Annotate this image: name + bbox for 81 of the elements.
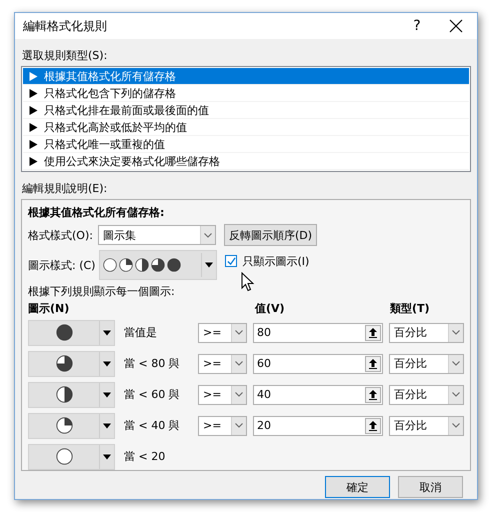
panel-heading: 根據其值格式化所有儲存格: <box>28 205 166 220</box>
icon-picker[interactable] <box>28 412 115 438</box>
column-header: 類型(T) <box>390 301 430 317</box>
rules-caption: 根據下列規則顯示每一個圖示: <box>28 284 176 299</box>
condition-label: 當 < 60 與 <box>123 387 181 402</box>
format-style-dropdown[interactable]: 圖示集 <box>98 225 216 245</box>
column-header: 值(V) <box>255 301 286 317</box>
checkbox[interactable] <box>225 255 238 267</box>
column-header: 圖示(N) <box>28 301 70 317</box>
range-select-button[interactable] <box>365 324 381 340</box>
checkbox-label: 只顯示圖示(I) <box>242 254 310 268</box>
chevron-icon <box>235 423 243 428</box>
range-select-button[interactable] <box>365 418 381 434</box>
range-select-button[interactable] <box>365 356 381 372</box>
icon-picker[interactable] <box>28 444 115 470</box>
caret-icon <box>103 454 111 460</box>
section-label: 編輯規則說明(E): <box>22 181 108 196</box>
rule-type-item[interactable]: 根據其值格式化所有儲存格 <box>23 68 469 85</box>
window-title: 編輯格式化規則 <box>23 18 108 34</box>
up-arrow-icon <box>369 328 377 338</box>
reverse-order-button[interactable]: 反轉圖示順序(D) <box>224 224 318 246</box>
empty-circle-icon <box>56 448 72 465</box>
chevron-icon <box>452 361 460 366</box>
type-dropdown[interactable]: 百分比 <box>389 384 464 404</box>
chevron-icon <box>452 392 460 397</box>
value-field[interactable]: 20 <box>253 416 383 436</box>
operator-dropdown[interactable]: >= <box>198 384 247 404</box>
condition-label: 當 < 20 <box>123 449 166 464</box>
value-field[interactable]: 40 <box>253 384 383 404</box>
up-arrow-icon <box>369 390 377 400</box>
dialog-button[interactable]: 確定 <box>325 476 390 498</box>
range-select-button[interactable] <box>365 386 381 402</box>
type-dropdown[interactable]: 百分比 <box>389 354 464 374</box>
field-label: 圖示樣式: (C) <box>28 258 96 272</box>
empty-circle-icon <box>103 258 118 272</box>
rule-type-item[interactable]: 只格式化唯一或重複的值 <box>23 136 469 153</box>
condition-label: 當 < 40 與 <box>123 418 181 433</box>
close-icon[interactable] <box>449 19 463 33</box>
caret-icon <box>103 422 111 428</box>
type-dropdown[interactable]: 百分比 <box>389 322 464 342</box>
rule-type-item[interactable]: 使用公式來決定要格式化哪些儲存格 <box>23 153 469 170</box>
icon-picker[interactable] <box>28 382 115 408</box>
rule-type-item[interactable]: 只格式化包含下列的儲存格 <box>23 85 469 102</box>
chevron-icon <box>235 392 243 397</box>
caret-icon <box>103 392 111 398</box>
chevron-icon <box>235 361 243 366</box>
filled-circle-icon <box>56 324 72 341</box>
chevron-icon <box>452 423 460 428</box>
section-label: 選取規則類型(S): <box>22 48 108 63</box>
half-circle-icon <box>56 386 72 403</box>
type-dropdown[interactable]: 百分比 <box>389 416 464 436</box>
half-circle-icon <box>135 258 150 272</box>
chevron-icon <box>235 330 243 335</box>
condition-label: 當值是 <box>123 325 158 340</box>
icon-picker[interactable] <box>28 320 115 346</box>
dialog-button[interactable]: 取消 <box>398 476 463 498</box>
help-button[interactable]: ? <box>397 18 437 34</box>
caret-icon <box>103 360 111 366</box>
quarter-pie-icon <box>119 258 134 272</box>
operator-dropdown[interactable]: >= <box>198 322 247 342</box>
operator-dropdown[interactable]: >= <box>198 354 247 374</box>
caret-icon <box>103 330 111 336</box>
mouse-pointer-icon <box>241 272 255 292</box>
up-arrow-icon <box>369 420 377 430</box>
chevron-icon <box>204 232 212 238</box>
icon-picker[interactable] <box>28 350 115 376</box>
icon-style-dropdown[interactable] <box>99 250 218 280</box>
three-quarter-pie-icon <box>56 355 72 372</box>
field-label: 格式樣式(O): <box>28 228 94 242</box>
rule-type-item[interactable]: 只格式化排在最前面或最後面的值 <box>23 102 469 119</box>
operator-dropdown[interactable]: >= <box>198 416 247 436</box>
up-arrow-icon <box>369 358 377 368</box>
filled-circle-icon <box>167 258 182 272</box>
rule-type-item[interactable]: 只格式化高於或低於平均的值 <box>23 119 469 136</box>
chevron-icon <box>452 330 460 335</box>
condition-label: 當 < 80 與 <box>123 356 181 371</box>
caret-icon <box>205 262 214 268</box>
quarter-pie-icon <box>56 417 72 434</box>
value-field[interactable]: 80 <box>253 322 383 342</box>
three-quarter-pie-icon <box>151 258 166 272</box>
value-field[interactable]: 60 <box>253 354 383 374</box>
